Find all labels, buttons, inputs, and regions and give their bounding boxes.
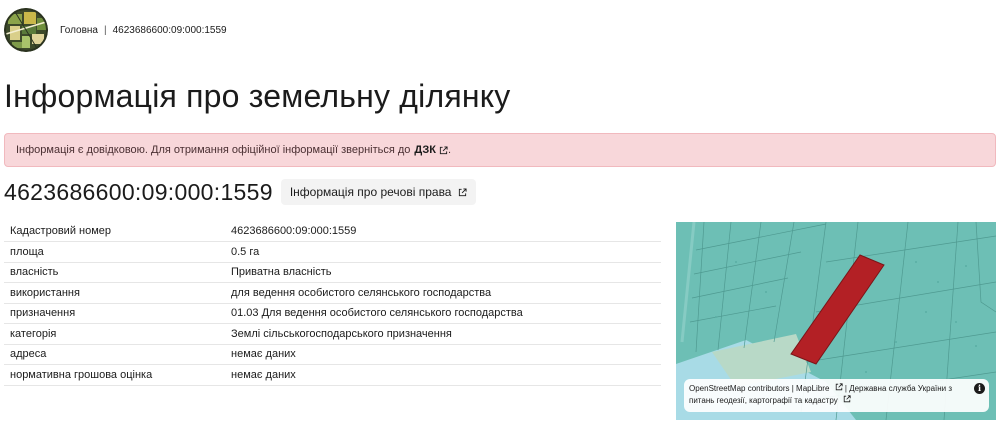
breadcrumb-current: 4623686600:09:000:1559 <box>112 24 227 36</box>
property-value: 0.5 га <box>225 241 661 263</box>
attribution-osm[interactable]: OpenStreetMap contributors <box>689 384 790 393</box>
breadcrumb-separator: | <box>104 24 107 36</box>
attribution-separator: | <box>791 384 794 393</box>
table-row: категорія Землі сільськогосподарського пр… <box>4 323 661 345</box>
page-title: Інформація про земельну ділянку <box>4 78 511 114</box>
table-row: використання для ведення особистого селян… <box>4 282 661 304</box>
property-value: 01.03 Для ведення особистого селянського… <box>225 303 661 324</box>
info-alert: Інформація є довідковою. Для отримання о… <box>4 133 996 167</box>
table-row: власність Приватна власність <box>4 262 661 283</box>
property-value: Землі сільськогосподарського призначення <box>225 323 661 345</box>
property-label: площа <box>4 241 225 263</box>
breadcrumb-home[interactable]: Головна <box>60 25 98 36</box>
alert-text: Інформація є довідковою. Для отримання о… <box>16 144 411 156</box>
attribution-separator: | <box>844 384 847 393</box>
property-rights-button-label: Інформація про речові права <box>289 185 452 199</box>
info-icon[interactable]: i <box>974 383 985 394</box>
dzk-link[interactable]: ДЗК <box>414 144 448 156</box>
property-label: нормативна грошова оцінка <box>4 364 225 386</box>
cadastral-id-heading: 4623686600:09:000:1559 <box>4 178 273 205</box>
external-link-icon <box>439 145 448 154</box>
table-row: адреса немає даних <box>4 344 661 365</box>
external-link-icon <box>835 383 843 391</box>
alert-trailing: . <box>447 144 452 156</box>
table-row: нормативна грошова оцінка немає даних <box>4 364 661 386</box>
property-label: категорія <box>4 323 225 345</box>
property-rights-button[interactable]: Інформація про речові права <box>280 179 477 205</box>
external-link-icon <box>459 187 468 196</box>
parcel-properties-table: Кадастровий номер 4623686600:09:000:1559 … <box>4 221 661 386</box>
property-value: 4623686600:09:000:1559 <box>225 221 661 242</box>
parcel-map[interactable]: OpenStreetMap contributors | MapLibre | … <box>676 222 996 420</box>
logo[interactable] <box>4 8 48 52</box>
property-label: призначення <box>4 303 225 324</box>
property-label: адреса <box>4 344 225 365</box>
external-link-icon <box>843 395 851 403</box>
table-row: Кадастровий номер 4623686600:09:000:1559 <box>4 221 661 242</box>
table-row: площа 0.5 га <box>4 241 661 263</box>
property-value: немає даних <box>225 364 661 386</box>
property-value: немає даних <box>225 344 661 365</box>
attribution-maplibre[interactable]: MapLibre <box>796 384 829 393</box>
table-row: призначення 01.03 Для ведення особистого … <box>4 303 661 324</box>
parcel-heading-row: 4623686600:09:000:1559 Інформація про ре… <box>4 176 477 208</box>
breadcrumb: Головна | 4623686600:09:000:1559 <box>60 25 227 36</box>
header: Головна | 4623686600:09:000:1559 <box>4 8 227 52</box>
map-attribution: OpenStreetMap contributors | MapLibre | … <box>684 379 989 412</box>
property-label: власність <box>4 262 225 283</box>
property-label: Кадастровий номер <box>4 221 225 242</box>
property-value: для ведення особистого селянського госпо… <box>225 282 661 304</box>
property-value: Приватна власність <box>225 262 661 283</box>
property-label: використання <box>4 282 225 304</box>
dzk-link-label: ДЗК <box>414 144 436 156</box>
